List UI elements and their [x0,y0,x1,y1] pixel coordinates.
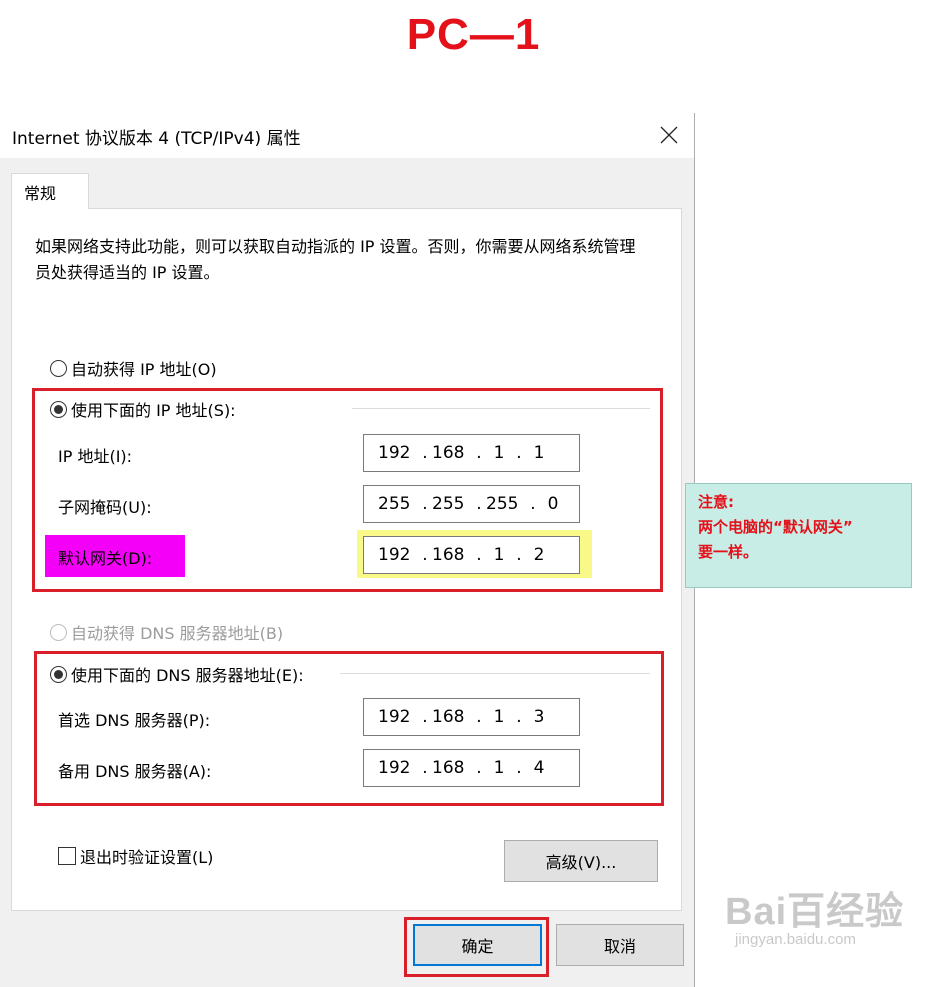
page-heading: PC—1 [406,10,541,59]
description-text: 如果网络支持此功能，则可以获取自动指派的 IP 设置。否则，你需要从网络系统管理… [35,237,636,282]
note-line: 两个电脑的“默认网关” [698,518,853,536]
radio-manual-dns-label: 使用下面的 DNS 服务器地址(E): [71,666,304,685]
subnet-mask-input[interactable]: 255. 255. 255. 0 [363,485,580,523]
preferred-dns-input[interactable]: 192. 168. 1. 3 [363,698,580,736]
cancel-button[interactable]: 取消 [556,924,684,966]
validate-checkbox-label: 退出时验证设置(L) [80,848,214,867]
dns-group-divider [340,673,650,674]
validate-checkbox-box [58,847,76,865]
advanced-button[interactable]: 高级(V)... [504,840,658,882]
tab-general[interactable]: 常规 [11,173,89,209]
annotation-note: 注意: 两个电脑的“默认网关” 要一样。 [685,483,912,588]
validate-on-exit-checkbox[interactable]: 退出时验证设置(L) [58,844,213,868]
radio-manual-ip[interactable]: 使用下面的 IP 地址(S): [50,397,236,421]
radio-manual-ip-circle [50,400,67,418]
alternate-dns-input[interactable]: 192. 168. 1. 4 [363,749,580,787]
ip-address-label: IP 地址(I): [58,447,133,466]
alternate-dns-label: 备用 DNS 服务器(A): [58,762,212,781]
ok-button[interactable]: 确定 [413,924,542,966]
preferred-dns-label: 首选 DNS 服务器(P): [58,711,211,730]
radio-auto-dns-label: 自动获得 DNS 服务器地址(B) [71,624,284,643]
radio-auto-ip[interactable]: 自动获得 IP 地址(O) [50,356,217,380]
close-button[interactable] [652,118,686,152]
ip-group-divider [352,408,650,409]
title-bar: Internet 协议版本 4 (TCP/IPv4) 属性 [0,113,694,158]
radio-auto-ip-circle [50,359,67,377]
ipv4-properties-dialog: Internet 协议版本 4 (TCP/IPv4) 属性 常规 如果网络支持此… [0,113,695,987]
default-gateway-input[interactable]: 192. 168. 1. 2 [363,536,580,574]
baidu-watermark: Bai百经验 jingyan.baidu.com [725,880,904,948]
radio-manual-dns[interactable]: 使用下面的 DNS 服务器地址(E): [50,662,304,686]
note-line: 要一样。 [698,543,759,561]
radio-manual-ip-label: 使用下面的 IP 地址(S): [71,401,236,420]
ip-address-input[interactable]: 192. 168. 1. 1 [363,434,580,472]
radio-auto-dns[interactable]: 自动获得 DNS 服务器地址(B) [50,620,283,644]
watermark-logo: Bai百经验 [725,891,905,933]
radio-auto-ip-label: 自动获得 IP 地址(O) [71,360,217,379]
radio-auto-dns-circle [50,623,67,641]
close-icon [660,126,678,144]
window-title: Internet 协议版本 4 (TCP/IPv4) 属性 [12,129,301,149]
default-gateway-label: 默认网关(D): [58,549,153,568]
note-title: 注意: [698,493,734,511]
subnet-mask-label: 子网掩码(U): [58,498,152,517]
radio-manual-dns-circle [50,665,67,683]
